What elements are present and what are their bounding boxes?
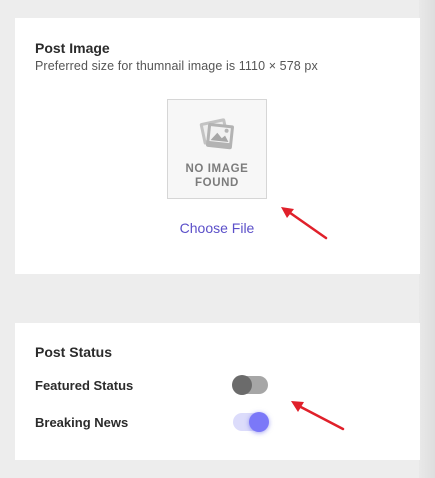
featured-status-label: Featured Status — [35, 378, 134, 393]
toggle-knob — [249, 412, 269, 432]
toggle-knob — [232, 375, 252, 395]
scroll-gutter — [419, 0, 435, 478]
image-placeholder-icon — [199, 114, 237, 159]
featured-status-toggle[interactable] — [232, 375, 268, 395]
post-image-title: Post Image — [35, 40, 110, 56]
breaking-news-label: Breaking News — [35, 415, 129, 430]
choose-file-link[interactable]: Choose File — [167, 220, 267, 236]
thumbnail-preview[interactable]: NO IMAGE FOUND — [167, 99, 267, 199]
post-image-card: Post Image Preferred size for thumnail i… — [15, 18, 420, 274]
breaking-news-toggle[interactable] — [233, 412, 269, 432]
no-image-text: NO IMAGE — [185, 163, 249, 175]
no-image-found-text: FOUND — [195, 177, 239, 189]
post-image-size-hint: Preferred size for thumnail image is 111… — [35, 59, 318, 73]
post-status-card: Post Status Featured Status Breaking New… — [15, 323, 420, 460]
post-status-title: Post Status — [35, 344, 113, 360]
